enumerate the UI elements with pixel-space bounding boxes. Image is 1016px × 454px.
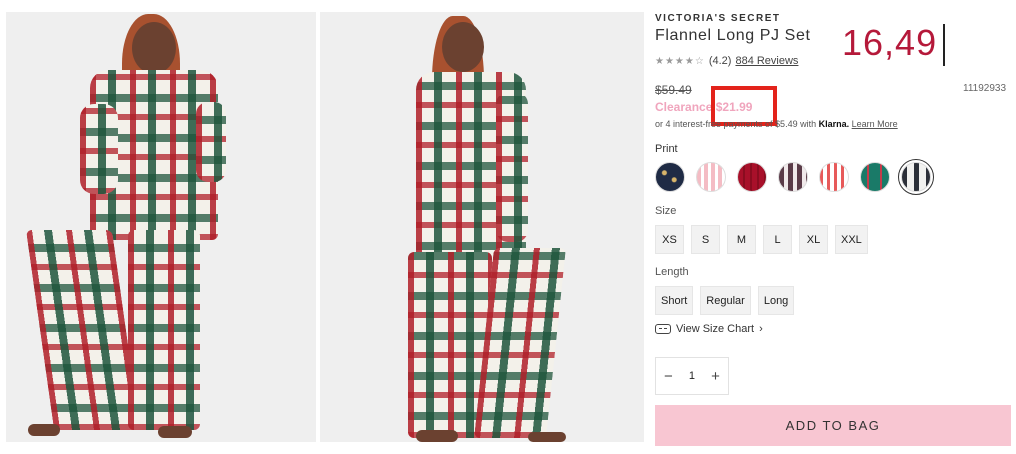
swatch-black-white-plaid[interactable] [898,159,934,195]
size-chart-label: View Size Chart [676,323,755,335]
original-price: $59.49 [655,83,692,97]
model-foot [416,430,458,442]
product-rating: ★★★★☆ (4.2) 884 Reviews [655,55,798,67]
print-swatches [655,159,934,195]
view-size-chart-link[interactable]: View Size Chart › [655,323,763,335]
pajama-sleeve [496,92,528,242]
quantity-decrease-button[interactable]: − [664,368,673,385]
swatch-mauve-plaid[interactable] [778,162,808,192]
product-image-front[interactable] [6,12,316,442]
brand-name: VICTORIA'S SECRET [655,13,781,24]
model-foot [28,424,60,436]
quantity-stepper: − 1 + [655,357,729,395]
annotation-price-text: 16,49 [842,22,938,63]
pajama-pant-left [25,230,141,430]
chevron-right-icon: › [759,323,763,335]
pajama-pant-right [128,230,200,430]
reviews-link[interactable]: 884 Reviews [735,55,798,67]
rating-value: (4.2) [708,55,732,67]
rating-stars-icon: ★★★★☆ [655,55,705,67]
swatch-pink-stripe[interactable] [696,162,726,192]
length-option[interactable]: Short [655,286,694,315]
model-head [132,22,176,74]
klarna-text: or 4 interest-free payments of $5.49 wit… [655,119,817,129]
ruler-icon [655,324,671,334]
klarna-payment-info: or 4 interest-free payments of $5.49 wit… [655,119,898,129]
add-to-bag-button[interactable]: ADD TO BAG [655,405,1011,446]
product-title: Flannel Long PJ Set [655,27,811,44]
quantity-increase-button[interactable]: + [711,368,720,385]
clearance-label: Clearance [655,100,713,114]
model-foot [528,432,566,442]
pajama-sleeve-left [80,104,118,194]
print-label: Print [655,143,678,155]
size-option[interactable]: M [727,225,756,254]
model-foot [158,426,192,438]
swatch-red-plaid[interactable] [737,162,767,192]
size-option[interactable]: XXL [835,225,868,254]
swatch-coral-gingham[interactable] [819,162,849,192]
size-label: Size [655,205,677,217]
length-option[interactable]: Regular [700,286,751,315]
product-sku: 11192933 [963,83,1007,94]
model-head [442,22,484,72]
size-option[interactable]: XL [799,225,828,254]
klarna-learn-more-link[interactable]: Learn More [852,119,898,129]
length-options: Short Regular Long [655,286,795,315]
size-option[interactable]: L [763,225,792,254]
quantity-value: 1 [688,370,696,382]
size-option[interactable]: S [691,225,720,254]
size-option[interactable]: XS [655,225,684,254]
text-cursor [943,24,945,66]
size-options: XS S M L XL XXL [655,225,868,254]
swatch-green-plaid[interactable] [860,162,890,192]
product-image-back[interactable] [320,12,644,442]
length-option[interactable]: Long [757,286,795,315]
pajama-sleeve-right [196,102,226,182]
klarna-logo: Klarna. [818,119,850,129]
length-label: Length [655,266,689,278]
swatch-navy-gold-dot[interactable] [655,162,685,192]
